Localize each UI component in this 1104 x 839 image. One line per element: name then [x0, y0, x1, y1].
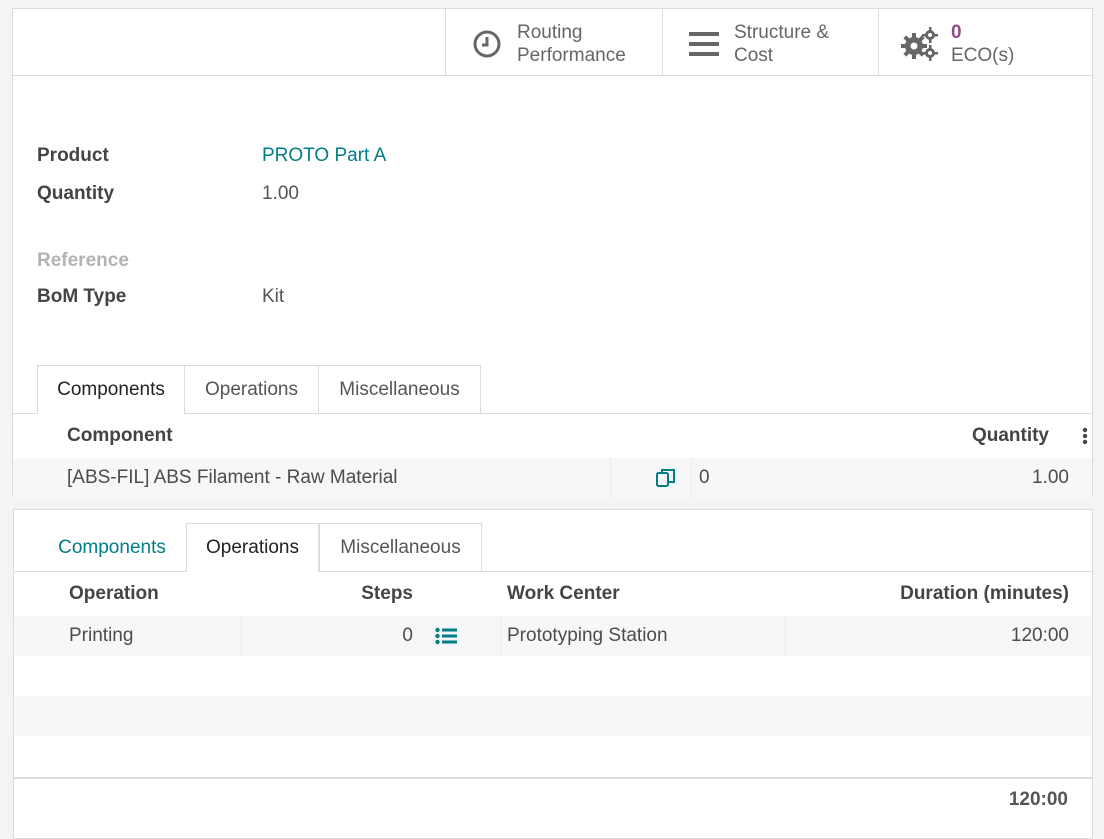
- column-divider: [500, 616, 501, 656]
- table-footer-divider: [14, 777, 1092, 779]
- tab-components[interactable]: Components: [38, 523, 186, 571]
- steps-cell: 0: [402, 625, 413, 646]
- steps-column-header[interactable]: Steps: [361, 572, 413, 616]
- component-quantity-cell: 1.00: [1032, 467, 1069, 488]
- column-divider: [241, 616, 242, 656]
- duration-column-header[interactable]: Duration (minutes): [900, 572, 1069, 616]
- component-count-cell: 0: [699, 467, 710, 488]
- vertical-dots-icon[interactable]: [1082, 427, 1088, 445]
- structure-cost-label: Structure & Cost: [734, 22, 830, 66]
- empty-row: [14, 696, 1092, 736]
- routing-performance-label: Routing Performance: [517, 22, 626, 66]
- work-center-cell: Prototyping Station: [507, 625, 668, 646]
- bom-form-panel: Routing Performance Structure & Cost 0 E…: [12, 8, 1093, 498]
- column-divider: [785, 616, 786, 656]
- operation-column-header[interactable]: Operation: [69, 572, 159, 616]
- clock-icon: [473, 30, 501, 58]
- bars-icon: [689, 32, 719, 56]
- notebook-tabs-top: Components Operations Miscellaneous: [13, 365, 1092, 414]
- tab-components[interactable]: Components: [37, 365, 185, 414]
- operations-table-header: Operation Steps Work Center Duration (mi…: [14, 572, 1092, 617]
- smart-button-bar: Routing Performance Structure & Cost 0 E…: [13, 9, 1092, 76]
- reference-label: Reference: [37, 250, 129, 271]
- component-column-header[interactable]: Component: [67, 414, 173, 458]
- quantity-value: 1.00: [262, 183, 299, 204]
- work-center-column-header[interactable]: Work Center: [507, 572, 620, 616]
- column-divider: [691, 458, 692, 498]
- eco-button[interactable]: 0 ECO(s): [878, 9, 1092, 75]
- product-value-link[interactable]: PROTO Part A: [262, 145, 386, 167]
- components-table-header: Component Quantity: [13, 414, 1092, 459]
- tab-operations[interactable]: Operations: [186, 523, 319, 572]
- operation-cell: Printing: [69, 625, 134, 646]
- quantity-label: Quantity: [37, 183, 115, 204]
- routing-performance-button[interactable]: Routing Performance: [445, 9, 662, 75]
- bom-type-label: BoM Type: [37, 286, 127, 307]
- duration-cell: 120:00: [1010, 625, 1069, 646]
- duration-total: 120:00: [1008, 789, 1068, 810]
- table-row[interactable]: Printing 0 Prototyping Station 120:00: [14, 616, 1092, 656]
- structure-cost-button[interactable]: Structure & Cost: [662, 9, 878, 75]
- notebook-tabs-bottom: Components Operations Miscellaneous: [14, 523, 1092, 572]
- copy-icon[interactable]: [656, 468, 676, 488]
- quantity-column-header[interactable]: Quantity: [972, 414, 1049, 458]
- empty-row: [14, 736, 1092, 776]
- list-icon[interactable]: [435, 627, 457, 645]
- product-label: Product: [37, 145, 109, 166]
- column-divider: [610, 458, 611, 498]
- tab-operations[interactable]: Operations: [185, 365, 319, 413]
- table-row[interactable]: [ABS-FIL] ABS Filament - Raw Material 0 …: [13, 458, 1092, 498]
- bom-type-value: Kit: [262, 286, 285, 307]
- eco-count: 0: [951, 22, 962, 43]
- gears-icon: [901, 27, 938, 61]
- component-cell: [ABS-FIL] ABS Filament - Raw Material: [67, 467, 398, 488]
- operations-panel: Components Operations Miscellaneous Oper…: [13, 509, 1093, 839]
- tab-miscellaneous[interactable]: Miscellaneous: [319, 523, 482, 571]
- eco-label: 0 ECO(s): [951, 22, 1015, 66]
- empty-row: [14, 656, 1092, 696]
- tab-miscellaneous[interactable]: Miscellaneous: [318, 365, 481, 413]
